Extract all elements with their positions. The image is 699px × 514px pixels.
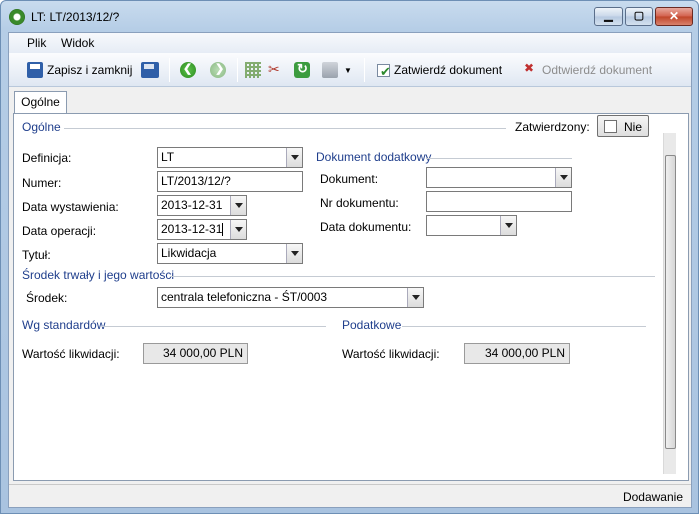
operation-date-value: 2013-12-31 <box>161 222 223 236</box>
refresh-button[interactable] <box>294 60 310 80</box>
chevron-down-icon[interactable] <box>407 288 423 307</box>
menu-widok[interactable]: Widok <box>61 36 94 50</box>
group-title-additional: Dokument dodatkowy <box>316 150 432 164</box>
chevron-down-icon[interactable] <box>555 168 571 187</box>
tax-value: 34 000,00 PLN <box>484 346 565 360</box>
tax-value-label: Wartość likwidacji: <box>342 347 440 361</box>
window-title: LT: LT/2013/12/? <box>31 10 120 24</box>
toolbar-separator <box>169 58 170 82</box>
minimize-button[interactable]: ▁ <box>594 7 623 26</box>
approve-label: Zatwierdź dokument <box>394 63 503 77</box>
number-value: LT/2013/12/? <box>161 174 231 188</box>
save-icon <box>27 62 43 78</box>
arrow-left-icon <box>180 62 196 78</box>
chevron-down-icon[interactable] <box>230 220 246 239</box>
doc-number-input[interactable] <box>426 191 572 212</box>
doc-number-label: Nr dokumentu: <box>320 196 399 210</box>
operation-date-label: Data operacji: <box>22 224 97 238</box>
doc-date-picker[interactable] <box>426 215 517 236</box>
group-divider <box>64 128 506 129</box>
tax-value-field: 34 000,00 PLN <box>464 343 570 364</box>
title-value: Likwidacja <box>161 246 217 260</box>
printer-icon <box>322 62 338 78</box>
standards-value-field: 34 000,00 PLN <box>143 343 248 364</box>
number-input[interactable]: LT/2013/12/? <box>157 171 303 192</box>
unapprove-button[interactable]: Odtwierdź dokument <box>522 60 652 80</box>
maximize-button[interactable]: ▢ <box>625 7 653 26</box>
close-button[interactable]: ✕ <box>655 7 693 26</box>
save-copy-icon <box>141 62 159 78</box>
unapprove-label: Odtwierdź dokument <box>542 63 653 77</box>
app-window: LT: LT/2013/12/? ▁ ▢ ✕ Plik Widok Zapisz… <box>0 0 699 514</box>
arrow-right-icon <box>210 62 226 78</box>
title-combo[interactable]: Likwidacja <box>157 243 303 264</box>
checkmark-icon <box>377 63 391 80</box>
toolbar-separator <box>237 58 238 82</box>
issue-date-label: Data wystawienia: <box>22 200 119 214</box>
app-icon <box>9 9 25 25</box>
issue-date-picker[interactable]: 2013-12-31 <box>157 195 247 216</box>
asset-value: centrala telefoniczna - ŚT/0003 <box>161 290 328 304</box>
maximize-icon: ▢ <box>633 10 645 22</box>
definition-value: LT <box>161 150 175 164</box>
print-button[interactable]: ▼ <box>322 60 352 80</box>
group-title-general: Ogólne <box>22 120 61 134</box>
group-title-asset: Środek trwały i jego wartości <box>22 268 175 282</box>
toolbar-separator <box>364 58 365 82</box>
minimize-icon: ▁ <box>604 10 613 22</box>
approved-checkbox[interactable] <box>604 120 617 133</box>
vertical-scrollbar[interactable] <box>663 133 676 474</box>
group-divider <box>102 326 326 327</box>
group-divider <box>402 326 646 327</box>
next-button[interactable] <box>210 60 226 80</box>
menu-bar: Plik Widok <box>9 33 691 53</box>
chevron-down-icon[interactable] <box>230 196 246 215</box>
save-button[interactable] <box>141 60 159 80</box>
title-bar[interactable]: LT: LT/2013/12/? ▁ ▢ ✕ <box>1 1 698 31</box>
approved-label: Zatwierdzony: <box>515 120 590 134</box>
approved-toggle[interactable]: Nie <box>597 115 649 137</box>
tools-icon <box>267 61 283 78</box>
status-text: Dodawanie <box>622 490 683 504</box>
grid-add-icon <box>245 62 261 78</box>
standards-value: 34 000,00 PLN <box>162 346 243 360</box>
approve-button[interactable]: Zatwierdź dokument <box>377 60 502 80</box>
definition-combo[interactable]: LT <box>157 147 303 168</box>
add-grid-button[interactable] <box>245 60 261 80</box>
menu-plik[interactable]: Plik <box>27 36 46 50</box>
chevron-down-icon: ▼ <box>344 65 352 75</box>
asset-combo[interactable]: centrala telefoniczna - ŚT/0003 <box>157 287 424 308</box>
approved-value: Nie <box>624 120 643 134</box>
refresh-icon <box>294 61 310 78</box>
scroll-thumb[interactable] <box>665 155 676 449</box>
group-divider <box>170 276 655 277</box>
doc-date-label: Data dokumentu: <box>320 220 412 234</box>
group-title-tax: Podatkowe <box>342 318 402 332</box>
tab-ogolne[interactable]: Ogólne <box>14 91 67 113</box>
chevron-down-icon[interactable] <box>286 148 302 167</box>
chevron-down-icon[interactable] <box>286 244 302 263</box>
status-bar: Dodawanie <box>9 484 691 507</box>
title-label: Tytuł: <box>22 248 51 262</box>
operation-date-picker[interactable]: 2013-12-31 <box>157 219 247 240</box>
save-close-button[interactable]: Zapisz i zamknij <box>27 60 132 80</box>
previous-button[interactable] <box>180 60 196 80</box>
close-icon: ✕ <box>668 9 680 23</box>
document-combo[interactable] <box>426 167 572 188</box>
group-divider <box>426 158 572 159</box>
x-icon <box>522 61 538 78</box>
toolbar: Zapisz i zamknij ❮ ❯ ✂ ↻ ▼ ✔ Zatwierdź d… <box>9 53 691 87</box>
issue-date-value: 2013-12-31 <box>161 198 223 212</box>
number-label: Numer: <box>22 176 62 190</box>
chevron-down-icon[interactable] <box>500 216 516 235</box>
tools-button[interactable] <box>267 60 283 80</box>
standards-value-label: Wartość likwidacji: <box>22 347 120 361</box>
document-label: Dokument: <box>320 172 379 186</box>
asset-label: Środek: <box>26 291 68 305</box>
save-close-label: Zapisz i zamknij <box>47 63 133 77</box>
definition-label: Definicja: <box>22 151 72 165</box>
group-title-standards: Wg standardów <box>22 318 106 332</box>
text-caret <box>222 223 224 237</box>
